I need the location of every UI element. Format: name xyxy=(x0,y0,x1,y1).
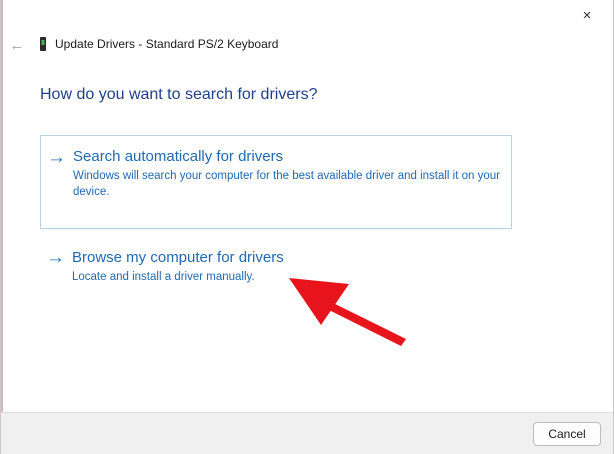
dialog-title: Update Drivers - Standard PS/2 Keyboard xyxy=(55,37,279,51)
option-title: Search automatically for drivers xyxy=(73,148,284,165)
browse-computer-option[interactable]: → Browse my computer for drivers Locate … xyxy=(40,240,512,300)
option-description: Windows will search your computer for th… xyxy=(73,170,500,198)
keyboard-device-icon xyxy=(40,37,46,51)
page-heading: How do you want to search for drivers? xyxy=(40,86,318,103)
close-icon: × xyxy=(582,6,592,24)
right-arrow-icon: → xyxy=(46,247,65,268)
dialog-footer: Cancel xyxy=(1,412,613,454)
dialog-header: Update Drivers - Standard PS/2 Keyboard xyxy=(39,37,278,51)
option-description: Locate and install a driver manually. xyxy=(72,271,255,283)
left-edge-strip xyxy=(1,0,3,454)
update-drivers-dialog: × ← Update Drivers - Standard PS/2 Keybo… xyxy=(0,0,614,454)
right-arrow-icon: → xyxy=(47,147,66,168)
option-title: Browse my computer for drivers xyxy=(72,249,284,266)
back-button[interactable]: ← xyxy=(7,36,27,54)
back-arrow-icon: ← xyxy=(9,36,25,54)
search-automatically-option[interactable]: → Search automatically for drivers Windo… xyxy=(40,135,512,229)
close-button[interactable]: × xyxy=(567,2,607,28)
cancel-button[interactable]: Cancel xyxy=(533,422,601,446)
